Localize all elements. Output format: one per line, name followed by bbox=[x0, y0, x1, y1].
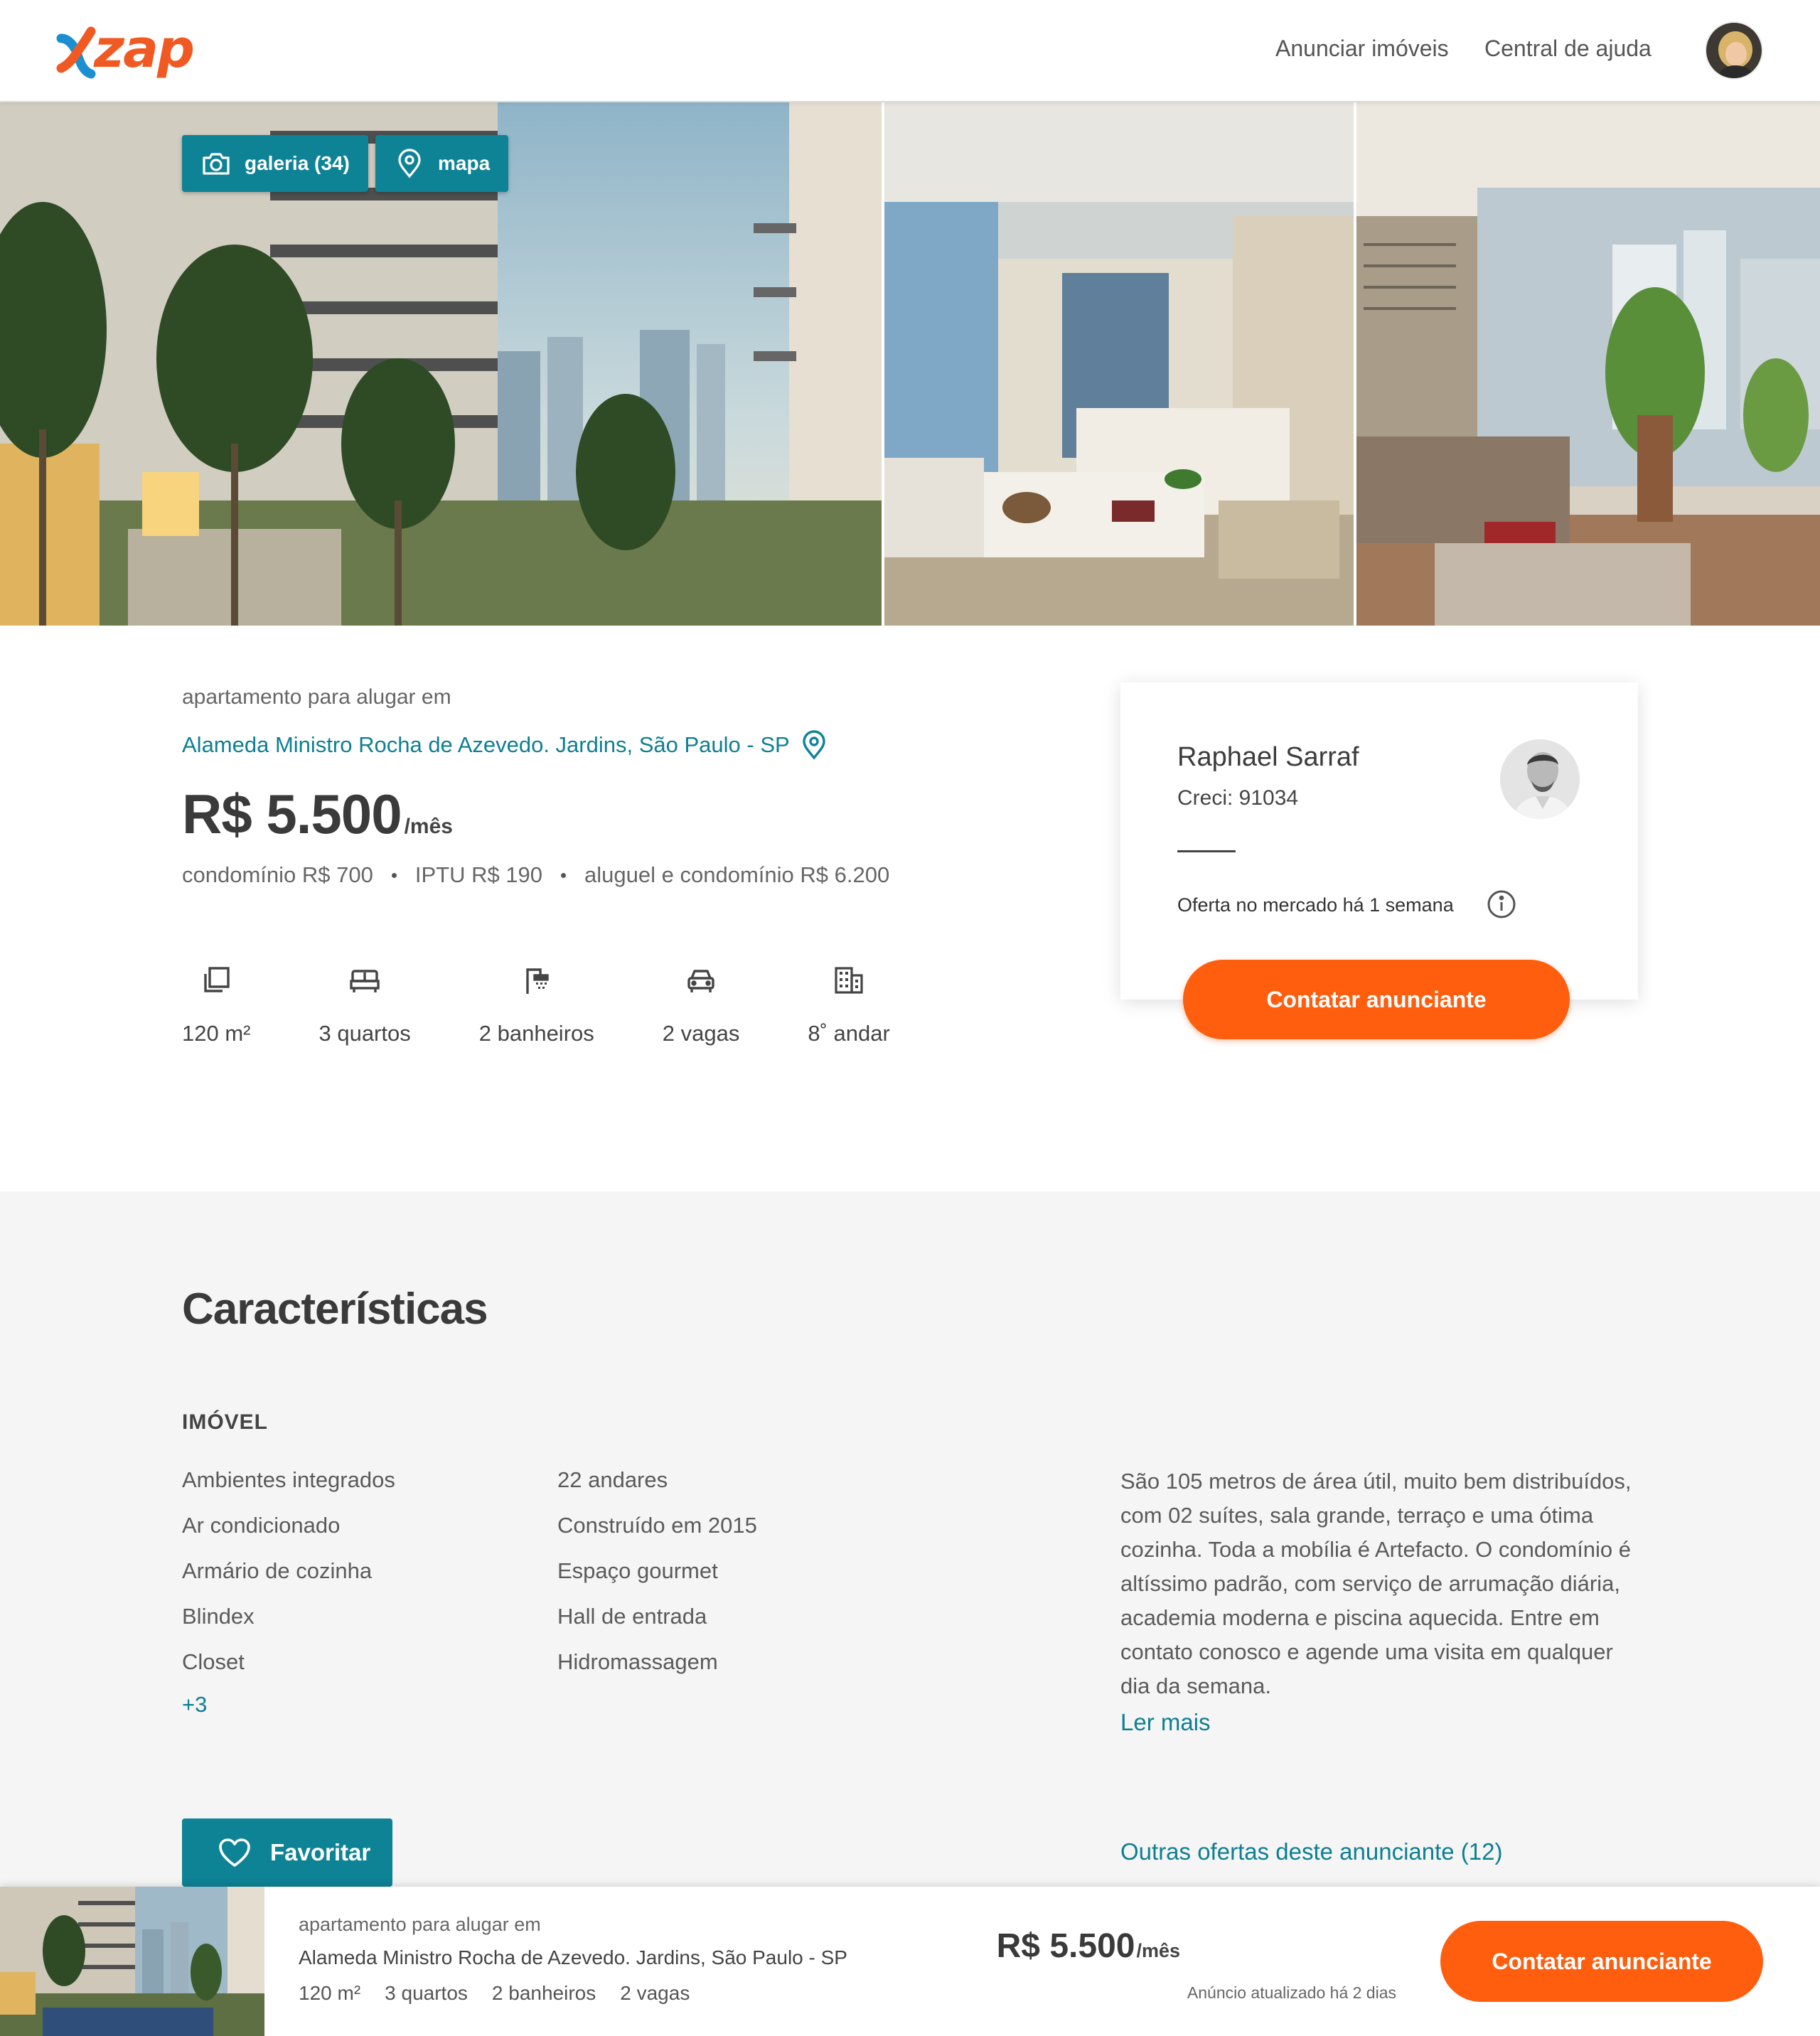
building-icon bbox=[835, 967, 863, 994]
agent-avatar bbox=[1500, 739, 1580, 819]
shower-icon bbox=[526, 968, 549, 994]
zap-logo-mark-icon bbox=[56, 26, 96, 79]
sticky-specs: 120 m² 3 quartos 2 banheiros 2 vagas bbox=[299, 1982, 714, 2005]
listing-price: R$ 5.500 bbox=[182, 783, 402, 845]
sticky-subtitle: apartamento para alugar em bbox=[299, 1914, 541, 1935]
gallery-photo-living-room[interactable] bbox=[884, 102, 1354, 626]
sticky-thumbnail[interactable] bbox=[0, 1887, 264, 2036]
feature-item: Ambientes integrados bbox=[182, 1467, 395, 1492]
fee-condominio: condomínio R$ 700 bbox=[182, 862, 373, 887]
logo-wordmark: zap bbox=[94, 18, 195, 80]
separator-dot bbox=[561, 872, 567, 878]
gallery-photo-terrace[interactable] bbox=[1356, 102, 1820, 626]
user-avatar[interactable] bbox=[1705, 21, 1763, 80]
amenity-label: 8˚ andar bbox=[808, 1021, 890, 1046]
car-icon bbox=[687, 970, 714, 992]
sticky-spec-item: 2 banheiros bbox=[491, 1982, 596, 2004]
sticky-updated-text: Anúncio atualizado há 2 dias bbox=[1187, 1983, 1396, 2002]
sticky-bottom-bar: apartamento para alugar em Alameda Minis… bbox=[0, 1887, 1820, 2036]
feature-item: Construído em 2015 bbox=[557, 1513, 757, 1538]
amenity-bedrooms: 3 quartos bbox=[318, 964, 411, 1046]
map-pin-icon bbox=[398, 149, 421, 178]
camera-icon bbox=[203, 153, 230, 175]
agent-name: Raphael Sarraf bbox=[1177, 742, 1359, 772]
separator-dot bbox=[391, 872, 397, 878]
sticky-contact-button[interactable]: Contatar anunciante bbox=[1440, 1921, 1763, 2002]
amenity-label: 2 banheiros bbox=[478, 1021, 594, 1046]
listing-price-unit: /mês bbox=[404, 815, 453, 838]
agent-card: Raphael Sarraf Creci: 91034 Oferta no me… bbox=[1120, 682, 1638, 1000]
sticky-price-row: R$ 5.500 /mês bbox=[997, 1927, 1180, 1966]
amenity-label: 120 m² bbox=[182, 1021, 251, 1046]
price-row: R$ 5.500 /mês bbox=[182, 782, 1106, 847]
feature-item: Espaço gourmet bbox=[557, 1558, 718, 1583]
more-features-link[interactable]: +3 bbox=[182, 1692, 207, 1718]
sticky-spec-item: 120 m² bbox=[299, 1982, 361, 2004]
sticky-spec-item: 3 quartos bbox=[385, 1982, 468, 2004]
property-description: São 105 metros de área útil, muito bem d… bbox=[1120, 1469, 1632, 1698]
nav-central-de-ajuda[interactable]: Central de ajuda bbox=[1484, 36, 1652, 62]
features-title: Características bbox=[182, 1285, 488, 1334]
listing-summary: apartamento para alugar em Alameda Minis… bbox=[182, 685, 1106, 888]
listing-address[interactable]: Alameda Ministro Rocha de Azevedo. Jardi… bbox=[182, 732, 790, 758]
bed-icon bbox=[350, 970, 380, 992]
feature-item: 22 andares bbox=[557, 1467, 668, 1492]
address-row[interactable]: Alameda Ministro Rocha de Azevedo. Jardi… bbox=[182, 729, 1106, 761]
feature-item: Armário de cozinha bbox=[182, 1558, 373, 1583]
nav-anunciar-imoveis[interactable]: Anunciar imóveis bbox=[1275, 36, 1449, 62]
read-more-link[interactable]: Ler mais bbox=[1120, 1709, 1211, 1736]
amenity-label: 2 vagas bbox=[662, 1021, 740, 1046]
fees-row: condomínio R$ 700 IPTU R$ 190 aluguel e … bbox=[182, 862, 1106, 888]
agent-divider bbox=[1177, 850, 1236, 852]
photo-gallery: galeria (34) mapa bbox=[0, 102, 1820, 626]
feature-item: Hidromassagem bbox=[557, 1649, 718, 1674]
features-list-column-2: 22 andares Construído em 2015 Espaço gou… bbox=[557, 1464, 757, 1692]
agent-creci: Creci: 91034 bbox=[1177, 786, 1299, 810]
sticky-price: R$ 5.500 bbox=[996, 1927, 1135, 1965]
features-subtitle: IMÓVEL bbox=[182, 1410, 269, 1434]
info-icon[interactable] bbox=[1486, 889, 1517, 920]
features-list-column-1: Ambientes integrados Ar condicionado Arm… bbox=[182, 1464, 395, 1692]
amenity-area: 120 m² bbox=[182, 964, 250, 1046]
feature-item: Blindex bbox=[182, 1604, 255, 1629]
favorite-button[interactable]: Favoritar bbox=[182, 1818, 392, 1887]
amenity-label: 3 quartos bbox=[318, 1021, 411, 1046]
sticky-price-unit: /mês bbox=[1136, 1940, 1180, 1961]
favorite-button-label: Favoritar bbox=[270, 1839, 371, 1865]
amenity-parking: 2 vagas bbox=[662, 964, 740, 1046]
gallery-button[interactable]: galeria (34) bbox=[182, 135, 368, 192]
sticky-address: Alameda Ministro Rocha de Azevedo. Jardi… bbox=[299, 1946, 847, 1968]
amenities-list: 120 m² 3 quartos 2 banheiros 2 vagas 8˚ … bbox=[182, 964, 958, 1046]
location-pin-icon[interactable] bbox=[798, 729, 830, 761]
heart-icon bbox=[219, 1838, 250, 1867]
map-button[interactable]: mapa bbox=[375, 135, 509, 192]
map-button-label: mapa bbox=[438, 152, 491, 174]
feature-item: Closet bbox=[182, 1649, 245, 1674]
gallery-button-label: galeria (34) bbox=[245, 152, 350, 174]
amenity-bathrooms: 2 banheiros bbox=[479, 964, 594, 1046]
contact-advertiser-button[interactable]: Contatar anunciante bbox=[1183, 960, 1570, 1039]
fee-total: aluguel e condomínio R$ 6.200 bbox=[584, 862, 890, 887]
feature-item: Hall de entrada bbox=[557, 1604, 707, 1629]
fee-iptu: IPTU R$ 190 bbox=[414, 862, 543, 887]
area-icon bbox=[204, 967, 230, 992]
feature-item: Ar condicionado bbox=[182, 1513, 341, 1538]
listing-subtitle: apartamento para alugar em bbox=[182, 685, 451, 709]
zap-logo[interactable]: zap bbox=[55, 18, 195, 84]
other-offers-link[interactable]: Outras ofertas deste anunciante (12) bbox=[1120, 1838, 1502, 1865]
sticky-spec-item: 2 vagas bbox=[620, 1982, 690, 2004]
site-header: zap Anunciar imóveis Central de ajuda bbox=[0, 0, 1820, 102]
offer-time-text: Oferta no mercado há 1 semana bbox=[1177, 894, 1454, 916]
amenity-floor: 8˚ andar bbox=[808, 964, 890, 1046]
